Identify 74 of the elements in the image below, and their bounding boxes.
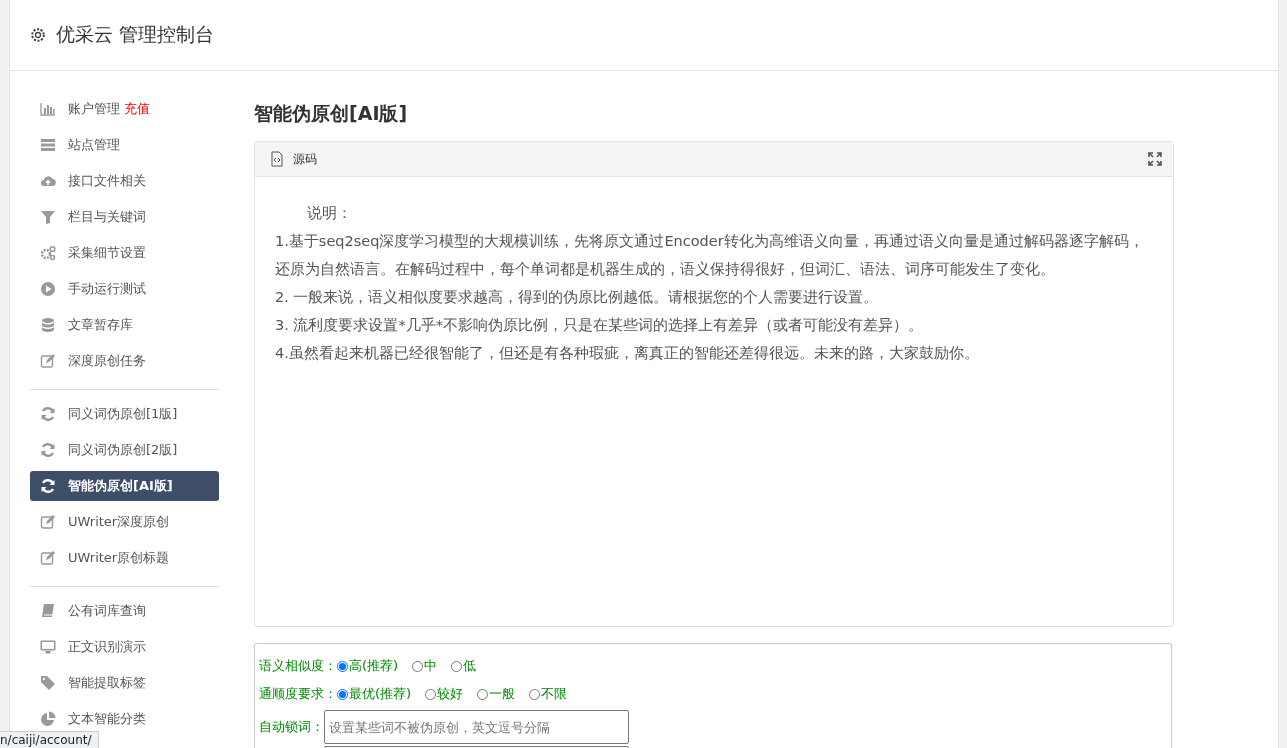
sidebar-item[interactable]: 公有词库查询 (30, 593, 219, 629)
cloud-upload-icon (40, 173, 56, 189)
option-label: 自动锁词： (259, 718, 324, 736)
menu-label: 正文识别演示 (68, 638, 146, 656)
settings-icon (30, 27, 46, 43)
sidebar-item[interactable]: 站点管理 (30, 127, 219, 163)
menu-label: 接口文件相关 (68, 172, 146, 190)
menu-label: 文章暂存库 (68, 316, 133, 334)
menu-label: 智能伪原创[AI版] (68, 477, 173, 495)
monitor-icon (40, 639, 56, 655)
menu-label: 账户管理 充值 (68, 100, 150, 118)
option-label: 通顺度要求： (259, 685, 337, 703)
menu-label: 站点管理 (68, 136, 120, 154)
tag-icon (40, 675, 56, 691)
panel-title: 源码 (293, 150, 318, 168)
menu-label: 公有词库查询 (68, 602, 146, 620)
book-icon (40, 603, 56, 619)
menu-label: 深度原创任务 (68, 352, 146, 370)
sidebar-item[interactable]: UWriter深度原创 (30, 504, 219, 540)
sidebar-item[interactable]: 采集细节设置 (30, 235, 219, 271)
menu-label: UWriter深度原创 (68, 513, 170, 531)
menu-label: 栏目与关键词 (68, 208, 146, 226)
sidebar-item[interactable]: 账户管理 充值 (30, 91, 219, 127)
bar-chart-icon (40, 101, 56, 117)
radio-option[interactable]: 较好 (425, 685, 464, 703)
refresh-icon (40, 478, 56, 494)
refresh-icon (40, 406, 56, 422)
refresh-icon (40, 442, 56, 458)
recharge-link[interactable]: 充值 (124, 101, 150, 116)
radio-option[interactable]: 一般 (477, 685, 516, 703)
menu-label: 采集细节设置 (68, 244, 146, 262)
description-text: 说明： (306, 204, 353, 223)
menu-label: 手动运行测试 (68, 280, 146, 298)
server-icon (40, 137, 56, 153)
sidebar-item[interactable]: UWriter原创标题 (30, 540, 219, 576)
option-label: 语义相似度： (259, 657, 337, 675)
description-text: 1.基于seq2seq深度学习模型的大规模训练，先将原文通过Encoder转化为高维语义向量，再通过语义向量是通过解码器逐字解码，还原为自然语言。在解码过程中，每个单词都是机器生成的，语义保持得很好，但词汇、语法、词序可能发生了变化。 (275, 232, 1145, 279)
fullscreen-icon[interactable] (1147, 151, 1163, 167)
file-code-icon (269, 151, 285, 167)
edit-icon (40, 550, 56, 566)
sidebar-item[interactable]: 手动运行测试 (30, 271, 219, 307)
sidebar-item[interactable]: 智能提取标签 (30, 665, 219, 701)
database-icon (40, 317, 56, 333)
app-title: 优采云 管理控制台 (56, 22, 215, 47)
radio-option[interactable]: 中 (412, 657, 438, 675)
sidebar-item[interactable]: 智能伪原创[AI版] (30, 471, 219, 501)
menu-label: 同义词伪原创[2版] (68, 441, 178, 459)
sidebar-item[interactable]: 正文识别演示 (30, 629, 219, 665)
sidebar-item[interactable]: 栏目与关键词 (30, 199, 219, 235)
filter-icon (40, 209, 56, 225)
radio-option[interactable]: 不限 (529, 685, 568, 703)
pie-chart-icon (40, 711, 56, 727)
status-url: n/caiji/account/ (0, 731, 99, 748)
radio-button[interactable] (337, 688, 348, 700)
radio-option[interactable]: 低 (451, 657, 477, 675)
sidebar-item[interactable]: 文章暂存库 (30, 307, 219, 343)
menu-label: UWriter原创标题 (68, 549, 170, 567)
description-text: 3. 流利度要求设置*几乎*不影响伪原比例，只是在某些词的选择上有差异（或者可能没有差异）。 (275, 316, 924, 335)
page-title: 智能伪原创[AI版] (254, 101, 409, 126)
menu-label: 同义词伪原创[1版] (68, 405, 178, 423)
sidebar-item[interactable]: 同义词伪原创[2版] (30, 432, 219, 468)
edit-icon (40, 353, 56, 369)
sidebar-item[interactable]: 同义词伪原创[1版] (30, 396, 219, 432)
description-text: 4.虽然看起来机器已经很智能了，但还是有各种瑕疵，离真正的智能还差得很远。未来的路，大家鼓励你。 (275, 344, 980, 363)
sidebar-item[interactable]: 深度原创任务 (30, 343, 219, 379)
lock-words-field[interactable]: 设置某些词不被伪原创，英文逗号分隔 (324, 710, 629, 744)
radio-option[interactable]: 最优(推荐) (337, 685, 412, 703)
menu-label: 文本智能分类 (68, 710, 146, 728)
edit-icon (40, 514, 56, 530)
radio-option[interactable]: 高(推荐) (337, 657, 399, 675)
menu-label: 智能提取标签 (68, 674, 146, 692)
play-icon (40, 281, 56, 297)
sidebar-item[interactable]: 接口文件相关 (30, 163, 219, 199)
description-text: 2. 一般来说，语义相似度要求越高，得到的伪原比例越低。请根据您的个人需要进行设置。 (275, 288, 880, 307)
